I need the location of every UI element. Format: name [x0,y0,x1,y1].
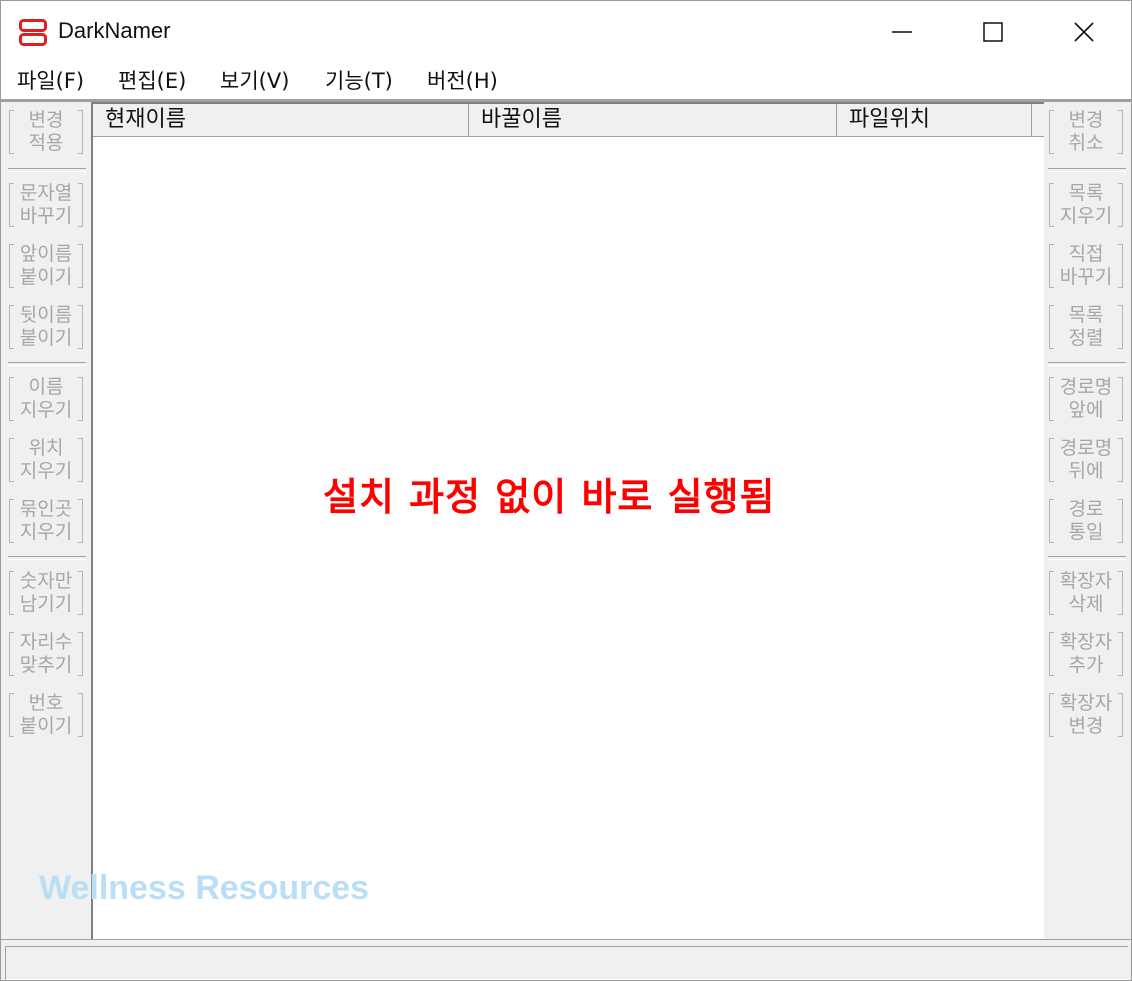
keep-numbers-button[interactable]: 숫자만 남기기 [7,565,85,621]
button-label-line2: 지우기 [1059,205,1113,227]
app-icon [19,19,47,46]
path-prefix-button[interactable]: 경로명 앞에 [1047,371,1125,427]
toolbar-separator [8,556,86,560]
toolbar-separator [1048,556,1126,560]
prepend-name-button[interactable]: 앞이름 붙이기 [7,238,85,294]
button-label-line1: 경로명 [1059,376,1113,398]
menu-version[interactable]: 버전(H) [427,65,498,95]
delete-name-button[interactable]: 이름 지우기 [7,371,85,427]
add-number-button[interactable]: 번호 붙이기 [7,687,85,743]
button-label-line1: 경로명 [1059,437,1113,459]
button-label-line2: 맞추기 [19,654,73,676]
apply-changes-button[interactable]: 변경 적용 [7,104,85,160]
left-toolbar: 변경 적용 문자열 바꾸기 앞이름 붙이기 뒷이름 붙이기 이름 지우기 위치 지우기 묶인… [4,102,88,938]
button-label-line1: 변경 [28,109,64,131]
status-panel [5,946,1128,980]
replace-string-button[interactable]: 문자열 바꾸기 [7,177,85,233]
button-label-line2: 지우기 [19,521,73,543]
column-new-name[interactable]: 바꿀이름 [469,104,837,136]
toolbar-separator [1048,168,1126,172]
button-label-line1: 경로 [1068,498,1104,520]
button-label-line1: 숫자만 [19,570,73,592]
delete-bracketed-button[interactable]: 묶인곳 지우기 [7,493,85,549]
menu-view[interactable]: 보기(V) [220,65,289,95]
toolbar-separator [8,168,86,172]
watermark: Wellness Resources [39,869,370,907]
right-toolbar: 변경 취소 목록 지우기 직접 바꾸기 목록 정렬 경로명 앞에 경로명 뒤에 경로 통일 확… [1044,102,1128,938]
button-label-line2: 추가 [1068,654,1104,676]
maximize-button[interactable] [947,1,1039,63]
cancel-changes-button[interactable]: 변경 취소 [1047,104,1125,160]
button-label-line1: 위치 [28,437,64,459]
delete-position-button[interactable]: 위치 지우기 [7,432,85,488]
toolbar-separator [8,362,86,366]
button-label-line2: 변경 [1068,715,1104,737]
title-bar[interactable]: DarkNamer [1,1,1131,63]
window-title: DarkNamer [58,18,171,43]
menu-bar: 파일(F) 편집(E) 보기(V) 기능(T) 버전(H) [1,63,1131,99]
menu-function[interactable]: 기능(T) [325,65,393,95]
button-label-line2: 바꾸기 [19,205,73,227]
append-name-button[interactable]: 뒷이름 붙이기 [7,299,85,355]
button-label-line1: 묶인곳 [19,498,73,520]
button-label-line1: 자리수 [19,631,73,653]
button-label-line1: 확장자 [1059,570,1113,592]
button-label-line2: 정렬 [1068,327,1104,349]
button-label-line1: 번호 [28,692,64,714]
button-label-line1: 목록 [1068,304,1104,326]
maximize-icon [983,22,1003,42]
app-window: DarkNamer 파일(F) 편집(E) 보기(V) 기능(T) 버전(H) … [0,0,1132,981]
button-label-line2: 통일 [1068,521,1104,543]
sort-list-button[interactable]: 목록 정렬 [1047,299,1125,355]
button-label-line2: 붙이기 [19,327,73,349]
button-label-line2: 삭제 [1068,593,1104,615]
button-label-line2: 붙이기 [19,266,73,288]
minimize-icon [892,31,912,33]
button-label-line2: 취소 [1068,132,1104,154]
button-label-line1: 목록 [1068,182,1104,204]
button-label-line1: 문자열 [19,182,73,204]
menu-file[interactable]: 파일(F) [17,65,84,95]
pad-digits-button[interactable]: 자리수 맞추기 [7,626,85,682]
close-icon [1074,22,1094,42]
menu-edit[interactable]: 편집(E) [118,65,186,95]
button-label-line1: 확장자 [1059,692,1113,714]
clear-list-button[interactable]: 목록 지우기 [1047,177,1125,233]
minimize-button[interactable] [856,1,948,63]
button-label-line2: 바꾸기 [1059,266,1113,288]
button-label-line2: 남기기 [19,593,73,615]
button-label-line2: 지우기 [19,399,73,421]
toolbar-separator [1048,362,1126,366]
status-bar [1,939,1131,980]
unify-path-button[interactable]: 경로 통일 [1047,493,1125,549]
button-label-line2: 앞에 [1068,399,1104,421]
list-header: 현재이름 바꿀이름 파일위치 [93,104,1044,137]
file-list[interactable]: 현재이름 바꿀이름 파일위치 [91,102,1044,940]
button-label-line2: 지우기 [19,460,73,482]
direct-rename-button[interactable]: 직접 바꾸기 [1047,238,1125,294]
close-button[interactable] [1038,1,1130,63]
add-extension-button[interactable]: 확장자 추가 [1047,626,1125,682]
path-suffix-button[interactable]: 경로명 뒤에 [1047,432,1125,488]
button-label-line1: 뒷이름 [19,304,73,326]
button-label-line1: 변경 [1068,109,1104,131]
button-label-line2: 적용 [28,132,64,154]
button-label-line2: 뒤에 [1068,460,1104,482]
delete-extension-button[interactable]: 확장자 삭제 [1047,565,1125,621]
button-label-line1: 이름 [28,376,64,398]
change-extension-button[interactable]: 확장자 변경 [1047,687,1125,743]
column-current-name[interactable]: 현재이름 [93,104,469,136]
column-file-location[interactable]: 파일위치 [837,104,1032,136]
button-label-line1: 확장자 [1059,631,1113,653]
button-label-line1: 앞이름 [19,243,73,265]
overlay-caption: 설치 과정 없이 바로 실행됨 [323,475,776,519]
button-label-line1: 직접 [1068,243,1104,265]
button-label-line2: 붙이기 [19,715,73,737]
